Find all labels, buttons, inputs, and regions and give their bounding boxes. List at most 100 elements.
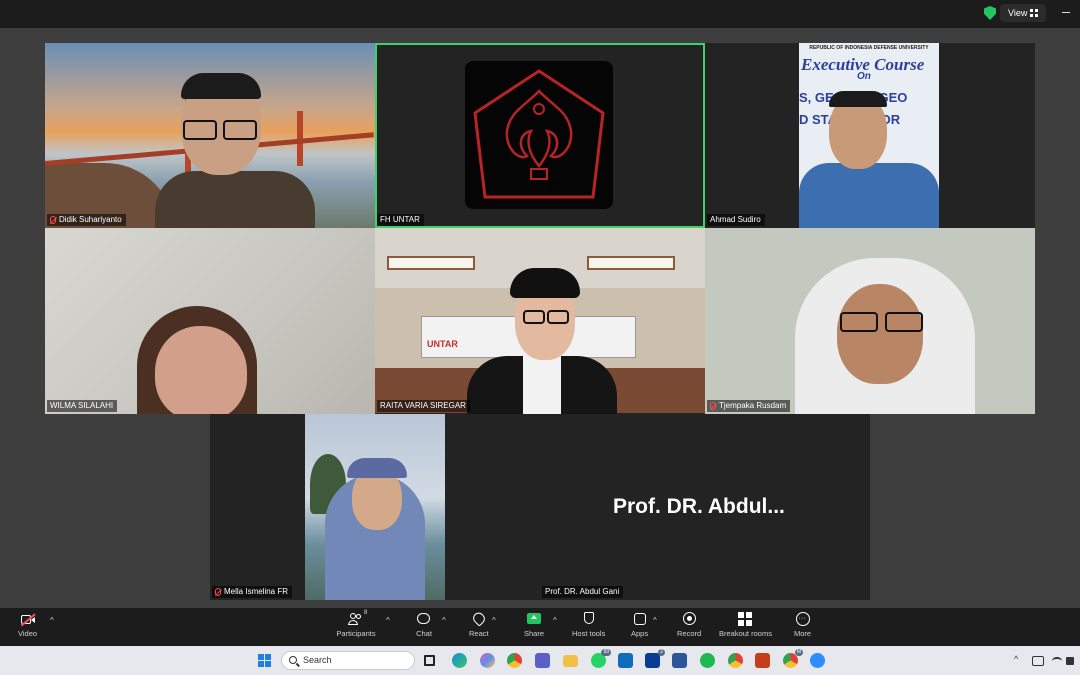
participant-name: Mella Ismelina FR — [224, 587, 289, 596]
video-tile-mella[interactable]: Mella Ismelina FR — [210, 414, 540, 600]
task-view-icon[interactable] — [424, 655, 435, 666]
participant-name: RAITA VARIA SIREGAR — [380, 401, 466, 410]
minimize-icon[interactable] — [1062, 12, 1070, 13]
spotify-icon[interactable] — [700, 653, 715, 668]
share-label: Share — [524, 629, 545, 638]
share-screen-icon — [526, 612, 542, 626]
mic-muted-icon — [50, 216, 56, 224]
react-label: React — [469, 629, 489, 638]
wifi-icon[interactable] — [1052, 657, 1062, 665]
banner-background: REPUBLIC OF INDONESIA DEFENSE UNIVERSITY… — [799, 43, 939, 228]
name-tag: Ahmad Sudiro — [707, 214, 765, 226]
video-tile-ahmad[interactable]: REPUBLIC OF INDONESIA DEFENSE UNIVERSITY… — [705, 43, 1035, 228]
chrome-icon[interactable] — [507, 653, 522, 668]
powerpoint-icon[interactable] — [755, 653, 770, 668]
ceiling-light — [587, 256, 675, 270]
heart-icon — [470, 610, 487, 627]
chevron-up-icon[interactable]: ^ — [386, 616, 390, 625]
participants-icon: 8 — [348, 610, 368, 626]
participants-label: Participants — [336, 629, 376, 638]
search-placeholder: Search — [303, 655, 332, 665]
mic-muted-icon — [710, 402, 716, 410]
video-button[interactable]: Video — [18, 612, 37, 638]
windows-start-icon[interactable] — [258, 654, 271, 667]
breakout-rooms-icon — [737, 612, 754, 626]
copilot-icon[interactable] — [480, 653, 495, 668]
meeting-top-bar: View — [0, 0, 1080, 28]
more-icon: ··· — [795, 612, 811, 626]
shield-check-icon[interactable] — [984, 6, 996, 20]
name-tag: WILMA SILALAHI — [47, 400, 118, 412]
participant-name: Prof. DR. Abdul Gani — [545, 587, 620, 596]
video-tile-fh-untar[interactable]: FH UNTAR — [375, 43, 705, 228]
notification-badge: M — [794, 649, 803, 656]
apps-button[interactable]: Apps — [631, 612, 648, 638]
apps-label: Apps — [631, 629, 649, 638]
host-tools-label: Host tools — [572, 629, 606, 638]
edge-icon[interactable] — [452, 653, 467, 668]
zoom-icon[interactable] — [810, 653, 825, 668]
notification-badge: 2 — [658, 649, 665, 656]
speaker-icon[interactable] — [1066, 657, 1074, 665]
chevron-up-icon[interactable]: ^ — [442, 616, 446, 625]
more-label: More — [794, 629, 812, 638]
name-tag: Tjempaka Rusdam — [707, 400, 791, 412]
participant-name: WILMA SILALAHI — [50, 401, 114, 410]
notification-badge: 99 — [601, 649, 611, 656]
video-off-icon — [20, 612, 36, 627]
shield-icon — [581, 612, 597, 626]
chrome-profile-icon[interactable]: M — [783, 649, 803, 668]
breakout-rooms-label: Breakout rooms — [719, 629, 772, 638]
video-label: Video — [18, 629, 38, 638]
video-off-display-name: Prof. DR. Abdul... — [613, 495, 785, 518]
participant-name: Ahmad Sudiro — [710, 215, 761, 224]
name-tag: RAITA VARIA SIREGAR — [377, 400, 470, 412]
apps-icon — [632, 612, 648, 626]
video-tile-wilma[interactable]: WILMA SILALAHI — [45, 228, 375, 414]
view-button[interactable]: View — [1000, 4, 1046, 22]
word-icon[interactable] — [672, 653, 687, 668]
chat-button[interactable]: Chat — [416, 612, 432, 638]
host-tools-button[interactable]: Host tools — [572, 612, 605, 638]
video-tile-tjempaka[interactable]: Tjempaka Rusdam — [705, 228, 1035, 414]
name-tag: Mella Ismelina FR — [212, 586, 293, 598]
taskbar-search[interactable]: Search — [281, 651, 415, 670]
grid-icon — [1030, 9, 1038, 17]
meeting-stage: Didik Suhariyanto FH UNTAR REPUBLIC OF I… — [0, 28, 1080, 608]
name-tag: Didik Suhariyanto — [47, 214, 126, 226]
mic-muted-icon — [215, 588, 221, 596]
participant-name: FH UNTAR — [380, 215, 420, 224]
network-icon[interactable] — [1032, 656, 1044, 666]
untar-logo — [473, 69, 605, 199]
react-button[interactable]: React — [469, 610, 489, 638]
chevron-up-icon[interactable]: ^ — [492, 616, 496, 625]
chevron-up-icon[interactable]: ^ — [653, 616, 657, 625]
breakout-rooms-button[interactable]: Breakout rooms — [719, 612, 772, 638]
participants-count: 8 — [364, 610, 368, 616]
participant-name: Tjempaka Rusdam — [719, 401, 787, 410]
view-label: View — [1008, 8, 1028, 18]
share-button[interactable]: Share — [524, 612, 544, 638]
chrome-profile-icon[interactable] — [728, 653, 743, 668]
chevron-up-icon[interactable]: ^ — [553, 616, 557, 625]
ceiling-light — [387, 256, 475, 270]
chat-icon — [416, 612, 432, 626]
record-icon — [681, 612, 697, 626]
chat-label: Chat — [416, 629, 432, 638]
video-tile-didik[interactable]: Didik Suhariyanto — [45, 43, 375, 228]
file-explorer-icon[interactable] — [563, 655, 578, 667]
participants-button[interactable]: 8 Participants — [336, 610, 376, 638]
chevron-up-icon[interactable]: ^ — [1014, 654, 1018, 664]
chevron-up-icon[interactable]: ^ — [50, 616, 54, 625]
video-tile-raita[interactable]: UNTAR RAITA VARIA SIREGAR — [375, 228, 705, 414]
whatsapp-icon[interactable]: 99 — [591, 649, 611, 668]
app-l-icon[interactable]: 2 — [645, 649, 665, 668]
meeting-toolbar: Video ^ 8 Participants ^ Chat ^ React ^ … — [0, 608, 1080, 646]
banner-subtitle: On — [857, 71, 871, 82]
more-button[interactable]: ··· More — [794, 612, 811, 638]
record-button[interactable]: Record — [677, 612, 701, 638]
teams-icon[interactable] — [535, 653, 550, 668]
banner-top-text: REPUBLIC OF INDONESIA DEFENSE UNIVERSITY — [809, 45, 929, 51]
name-tag: Prof. DR. Abdul Gani — [542, 586, 624, 598]
outlook-icon[interactable] — [618, 653, 633, 668]
